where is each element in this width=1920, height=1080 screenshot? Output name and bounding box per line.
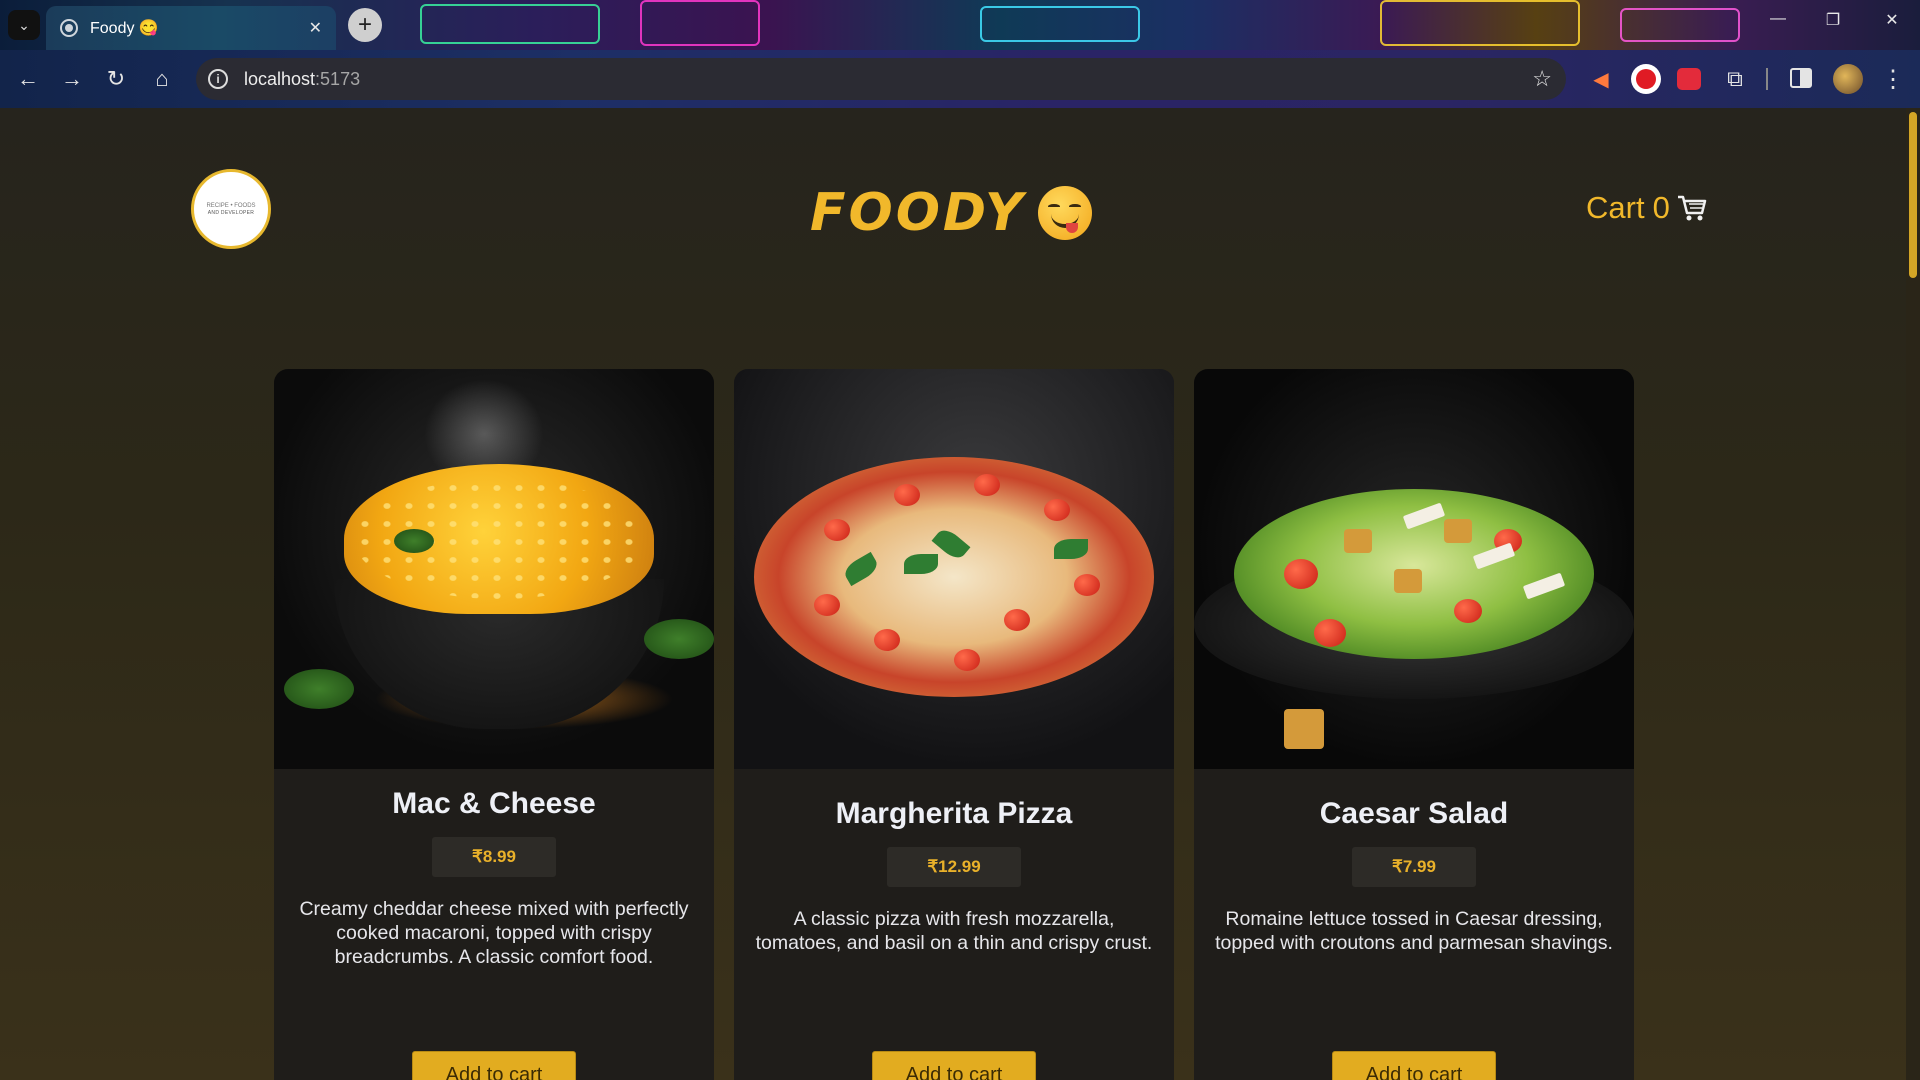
logo-text-line1: RECIPE • FOODS — [206, 202, 256, 209]
caesar-salad-image — [1194, 369, 1634, 769]
tab-search-button[interactable]: ⌄ — [8, 10, 40, 40]
add-to-cart-button[interactable]: Add to cart — [872, 1051, 1036, 1080]
home-icon[interactable]: ⌂ — [146, 65, 178, 93]
add-to-cart-button[interactable]: Add to cart — [412, 1051, 576, 1080]
product-card-caesar-salad: Caesar Salad ₹7.99 Romaine lettuce tosse… — [1194, 369, 1634, 1080]
cart-link[interactable]: Cart 0 — [1586, 190, 1708, 226]
address-bar[interactable]: i localhost:5173 ☆ — [196, 58, 1566, 100]
shopping-cart-icon — [1677, 195, 1707, 221]
product-card-mac-cheese: Mac & Cheese ₹8.99 Creamy cheddar cheese… — [274, 369, 714, 1080]
page-content: RECIPE • FOODS AND DEVELOPER FOODY Cart … — [0, 108, 1906, 1080]
back-arrow-icon[interactable]: ← — [12, 65, 44, 93]
new-tab-button[interactable]: + — [348, 8, 382, 42]
page-scrollbar[interactable] — [1906, 108, 1920, 1080]
product-description: Creamy cheddar cheese mixed with perfect… — [299, 898, 689, 968]
site-info-icon[interactable]: i — [208, 69, 228, 89]
product-card-margherita-pizza: Margherita Pizza ₹12.99 A classic pizza … — [734, 369, 1174, 1080]
globe-icon — [60, 19, 78, 37]
product-price: ₹7.99 — [1352, 847, 1476, 887]
chevron-down-icon: ⌄ — [18, 16, 30, 33]
product-name: Caesar Salad — [1319, 797, 1509, 830]
minimize-icon[interactable]: — — [1758, 10, 1798, 28]
toolbar-divider — [1766, 68, 1768, 90]
decorative-theme-shape — [980, 6, 1140, 42]
product-description: A classic pizza with fresh mozzarella, t… — [755, 908, 1153, 954]
restore-icon[interactable]: ❐ — [1813, 10, 1853, 30]
side-panel-icon[interactable] — [1790, 68, 1812, 88]
more-menu-icon[interactable]: ⋮ — [1878, 64, 1908, 94]
decorative-theme-shape — [640, 0, 760, 46]
logo-text-line2: AND DEVELOPER — [207, 209, 255, 216]
product-price: ₹8.99 — [432, 837, 556, 877]
yummy-face-emoji-icon — [1037, 186, 1092, 240]
decorative-theme-shape — [1620, 8, 1740, 42]
bookmark-star-icon[interactable]: ☆ — [1532, 66, 1552, 92]
mac-cheese-image — [274, 369, 714, 769]
brand-text: FOODY — [810, 183, 1026, 243]
url-port: :5173 — [315, 68, 361, 89]
forward-arrow-icon[interactable]: → — [56, 65, 88, 93]
decorative-theme-shape — [1380, 0, 1580, 46]
adblock-extension-icon[interactable] — [1631, 64, 1661, 94]
profile-avatar[interactable] — [1833, 64, 1863, 94]
cart-count: 0 — [1652, 190, 1670, 225]
window-close-icon[interactable]: ✕ — [1872, 10, 1912, 30]
product-grid: Mac & Cheese ₹8.99 Creamy cheddar cheese… — [274, 369, 1634, 1080]
url-host: localhost — [244, 68, 316, 89]
site-logo[interactable]: RECIPE • FOODS AND DEVELOPER — [191, 169, 271, 249]
browser-toolbar: ← → ↻ ⌂ i localhost:5173 ☆ ◀ ⧉ ⋮ — [0, 50, 1920, 108]
margherita-pizza-image — [734, 369, 1174, 769]
cart-label: Cart — [1586, 190, 1645, 225]
brand-title: FOODY — [810, 180, 1092, 246]
browser-tab-foody[interactable]: Foody 😋 ✕ — [46, 6, 336, 50]
close-icon[interactable]: ✕ — [309, 18, 322, 38]
product-description: Romaine lettuce tossed in Caesar dressin… — [1215, 908, 1613, 954]
url-text: localhost:5173 — [244, 69, 360, 90]
media-extension-icon[interactable] — [1677, 68, 1701, 90]
add-to-cart-button[interactable]: Add to cart — [1332, 1051, 1496, 1080]
scrollbar-thumb[interactable] — [1909, 112, 1917, 278]
extensions-puzzle-icon[interactable]: ⧉ — [1720, 64, 1750, 94]
tab-title: Foody 😋 — [90, 20, 159, 37]
volume-extension-icon[interactable]: ◀ — [1586, 64, 1616, 94]
reload-icon[interactable]: ↻ — [100, 65, 132, 93]
product-name: Margherita Pizza — [835, 797, 1073, 830]
product-name: Mac & Cheese — [392, 787, 596, 820]
tab-strip: ⌄ Foody 😋 ✕ + — ❐ ✕ — [0, 0, 1920, 50]
decorative-theme-shape — [420, 4, 600, 44]
product-price: ₹12.99 — [887, 847, 1021, 887]
